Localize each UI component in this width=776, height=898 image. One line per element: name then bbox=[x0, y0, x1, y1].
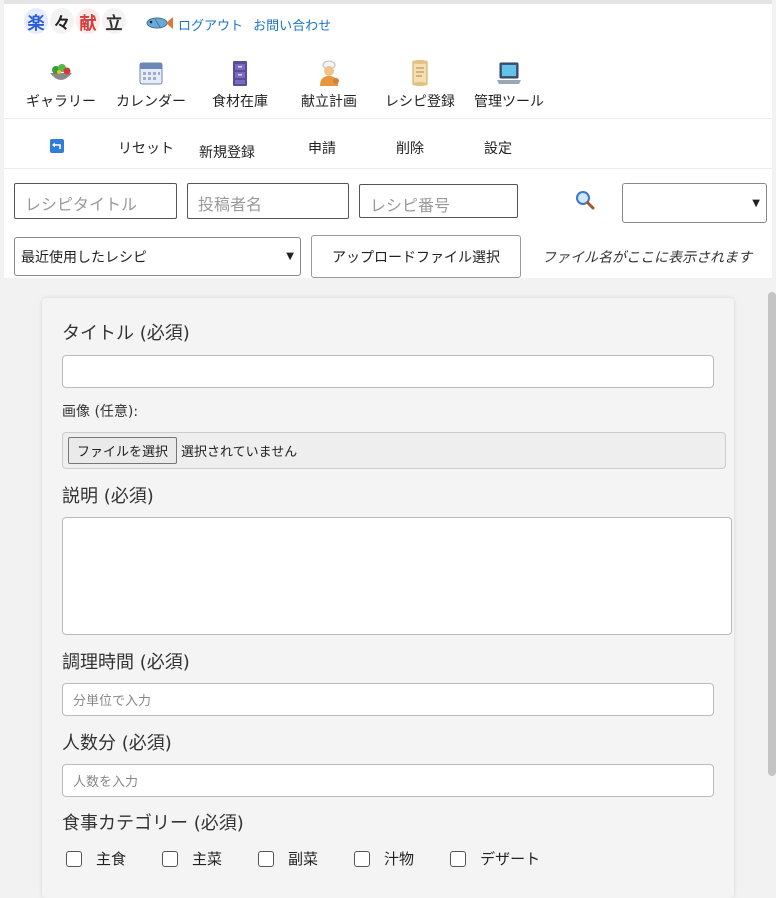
nav-item-inventory[interactable]: 食材在庫 bbox=[195, 59, 285, 111]
upload-filename: ファイル名がここに表示されます bbox=[542, 250, 752, 266]
undo-icon bbox=[50, 139, 64, 153]
app-logo[interactable]: 楽 々 献 立 bbox=[24, 8, 126, 34]
reset-button[interactable]: リセット bbox=[118, 138, 174, 158]
divider bbox=[4, 118, 772, 119]
description-textarea[interactable] bbox=[62, 517, 732, 635]
checkbox[interactable] bbox=[162, 850, 179, 867]
logo-char: 楽 bbox=[24, 8, 48, 34]
divider bbox=[4, 168, 772, 169]
nav-label: 管理ツール bbox=[474, 94, 544, 110]
nav-label: ギャラリー bbox=[26, 94, 96, 110]
author-input[interactable]: 投稿者名 bbox=[187, 183, 349, 219]
category-checkboxes: 主食 主菜 副菜 汁物 デザート bbox=[66, 848, 576, 869]
logo-char: 献 bbox=[76, 8, 100, 34]
salad-icon bbox=[50, 64, 72, 80]
nav-item-admin-tools[interactable]: 管理ツール bbox=[464, 59, 554, 111]
storage-cabinet-icon bbox=[233, 61, 247, 86]
category-option-label: 副菜 bbox=[288, 850, 319, 868]
filter-select[interactable]: ▼ bbox=[622, 183, 767, 223]
chevron-down-icon: ▼ bbox=[752, 197, 760, 209]
recipe-number-input[interactable]: レシピ番号 bbox=[359, 184, 518, 218]
cook-time-input[interactable]: 分単位で入力 bbox=[62, 683, 714, 716]
description-label: 説明 (必須) bbox=[62, 486, 154, 507]
recipe-form: タイトル (必須) 画像 (任意): ファイルを選択 選択されていません 説明 … bbox=[42, 298, 734, 898]
checkbox[interactable] bbox=[258, 850, 275, 867]
category-option-label: 汁物 bbox=[384, 850, 415, 868]
nav-label: 食材在庫 bbox=[212, 94, 268, 110]
category-option-label: デザート bbox=[480, 850, 541, 868]
file-status: 選択されていません bbox=[181, 445, 298, 460]
cook-icon bbox=[320, 60, 339, 86]
recent-recipes-select[interactable]: 最近使用したレシピ ▼ bbox=[14, 237, 301, 276]
cook-time-placeholder: 分単位で入力 bbox=[73, 694, 152, 709]
category-option-label: 主菜 bbox=[192, 850, 223, 868]
title-label: タイトル (必須) bbox=[62, 323, 190, 344]
servings-placeholder: 人数を入力 bbox=[73, 775, 139, 790]
contact-link[interactable]: お問い合わせ bbox=[253, 19, 331, 34]
header-links: ログアウト お問い合わせ bbox=[178, 15, 337, 34]
logout-link[interactable]: ログアウト bbox=[178, 19, 243, 34]
category-option[interactable]: 主菜 bbox=[162, 848, 222, 869]
fish-icon bbox=[144, 14, 174, 36]
checkbox[interactable] bbox=[354, 850, 371, 867]
checkbox[interactable] bbox=[66, 850, 82, 867]
image-file-input: ファイルを選択 選択されていません bbox=[62, 432, 726, 469]
chevron-down-icon: ▼ bbox=[286, 251, 294, 262]
nav-label: レシピ登録 bbox=[385, 94, 455, 110]
apply-button[interactable]: 申請 bbox=[308, 138, 336, 158]
title-input[interactable] bbox=[62, 355, 714, 388]
choose-file-button[interactable]: ファイルを選択 bbox=[68, 437, 178, 464]
undo-button[interactable] bbox=[50, 139, 64, 157]
search-icon bbox=[576, 191, 595, 210]
nav-item-meal-plan[interactable]: 献立計画 bbox=[284, 59, 374, 111]
search-button[interactable] bbox=[574, 189, 596, 215]
recent-recipes-value: 最近使用したレシピ bbox=[21, 249, 147, 266]
laptop-icon bbox=[497, 62, 521, 84]
servings-label: 人数分 (必須) bbox=[62, 733, 172, 754]
cook-time-label: 調理時間 (必須) bbox=[62, 652, 190, 673]
new-register-button[interactable]: 新規登録 bbox=[199, 142, 255, 162]
calendar-icon bbox=[139, 62, 163, 85]
scrollbar-thumb[interactable] bbox=[768, 292, 776, 776]
category-option[interactable]: 汁物 bbox=[354, 848, 414, 869]
nav-item-calendar[interactable]: カレンダー bbox=[106, 59, 196, 111]
servings-input[interactable]: 人数を入力 bbox=[62, 764, 714, 797]
category-option-label: 主食 bbox=[96, 850, 127, 868]
category-option[interactable]: 副菜 bbox=[258, 848, 318, 869]
category-option[interactable]: 主食 bbox=[66, 848, 126, 869]
nav-item-recipe-register[interactable]: レシピ登録 bbox=[375, 59, 465, 111]
recipe-title-input[interactable]: レシピタイトル bbox=[14, 183, 177, 219]
header-panel: 楽 々 献 立 ログアウト お問い合わせ ギャラリー カレンダー 食材在庫 献立… bbox=[4, 0, 772, 278]
upload-file-button[interactable]: アップロードファイル選択 bbox=[311, 235, 521, 278]
category-option[interactable]: デザート bbox=[450, 848, 540, 869]
category-label: 食事カテゴリー (必須) bbox=[62, 813, 244, 834]
checkbox[interactable] bbox=[450, 850, 467, 867]
scroll-icon bbox=[412, 60, 428, 86]
nav-label: カレンダー bbox=[116, 94, 186, 110]
logo-char: 立 bbox=[102, 8, 126, 34]
nav-item-gallery[interactable]: ギャラリー bbox=[16, 59, 106, 111]
delete-button[interactable]: 削除 bbox=[396, 138, 424, 158]
nav-label: 献立計画 bbox=[301, 94, 357, 110]
image-label: 画像 (任意): bbox=[62, 404, 139, 420]
logo-char: 々 bbox=[50, 8, 74, 34]
settings-button[interactable]: 設定 bbox=[484, 138, 512, 158]
